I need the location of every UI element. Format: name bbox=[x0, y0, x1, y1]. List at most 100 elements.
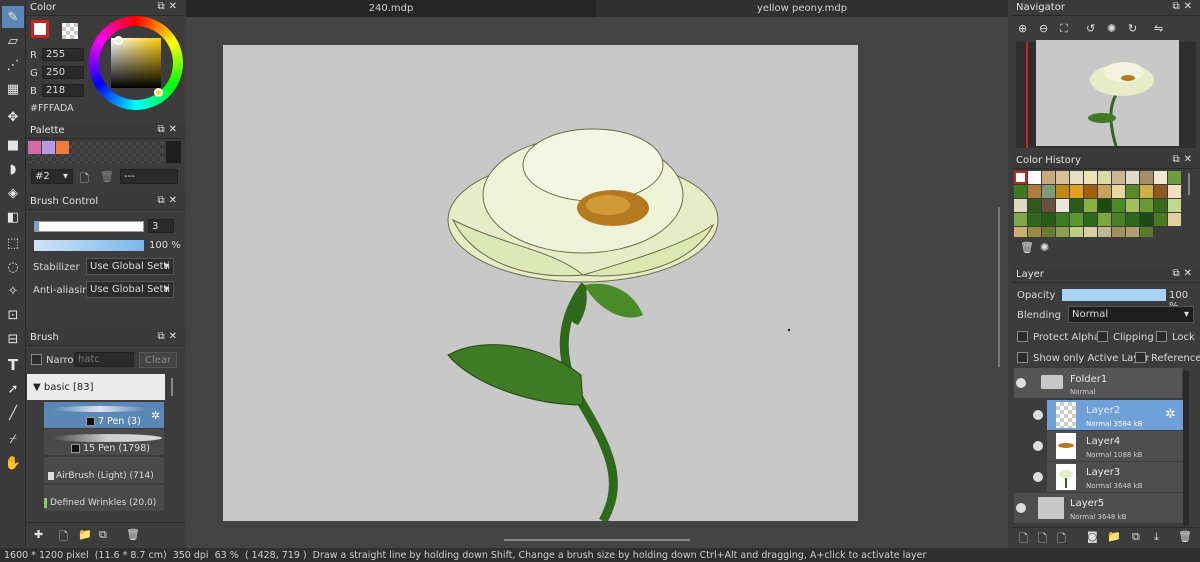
history-swatch[interactable] bbox=[1098, 227, 1111, 237]
history-swatch[interactable] bbox=[1154, 199, 1167, 212]
g-field[interactable]: 250 bbox=[42, 66, 84, 79]
vertical-scrollbar[interactable] bbox=[998, 207, 1000, 367]
hand-tool-icon[interactable]: ✋ bbox=[2, 452, 24, 474]
gear-icon[interactable]: ✲ bbox=[1165, 407, 1176, 422]
history-swatch[interactable] bbox=[1154, 185, 1167, 198]
history-swatch[interactable] bbox=[1168, 185, 1181, 198]
history-swatch[interactable] bbox=[1168, 171, 1181, 184]
eraser-tool-icon[interactable]: ▱ bbox=[2, 30, 24, 52]
palette-swatch-3[interactable] bbox=[56, 141, 69, 154]
stabilizer-select[interactable]: Use Global Setti ▾ bbox=[86, 258, 174, 275]
lock-checkbox[interactable] bbox=[1156, 331, 1167, 342]
history-swatch[interactable] bbox=[1042, 227, 1055, 237]
operation-tool-icon[interactable]: ➚ bbox=[2, 378, 24, 400]
history-swatch[interactable] bbox=[1028, 171, 1041, 184]
panel-buttons-icon[interactable]: ⧉✕ bbox=[1172, 154, 1196, 165]
delete-palette-icon[interactable]: 🗑 bbox=[100, 170, 114, 183]
brush-tool-icon[interactable]: ✎ bbox=[2, 6, 24, 28]
zoom-in-icon[interactable]: ⊕ bbox=[1018, 22, 1027, 35]
history-swatch[interactable] bbox=[1112, 171, 1125, 184]
blending-select[interactable]: Normal ▾ bbox=[1068, 306, 1194, 323]
clean-history-icon[interactable]: ✺ bbox=[1040, 241, 1049, 254]
history-swatch[interactable] bbox=[1014, 227, 1027, 237]
history-swatch[interactable] bbox=[1126, 199, 1139, 212]
history-swatch[interactable] bbox=[1112, 185, 1125, 198]
b-field[interactable]: 218 bbox=[42, 84, 84, 97]
layer-opacity-slider[interactable] bbox=[1062, 289, 1166, 301]
history-swatch[interactable] bbox=[1084, 213, 1097, 226]
antialias-select[interactable]: Use Global Setti ▾ bbox=[86, 281, 174, 298]
panel-buttons-icon[interactable]: ⧉✕ bbox=[1172, 268, 1196, 279]
rectangle-tool-icon[interactable]: ■ bbox=[2, 134, 24, 156]
new-halftone-layer-icon[interactable]: 🗋 bbox=[1038, 530, 1047, 549]
tab-yellow-peony[interactable]: yellow peony.mdp bbox=[596, 0, 1008, 17]
size-slider[interactable] bbox=[34, 221, 144, 232]
history-swatch[interactable] bbox=[1112, 199, 1125, 212]
history-swatch[interactable] bbox=[1056, 199, 1069, 212]
visibility-icon[interactable] bbox=[1033, 472, 1043, 482]
history-swatch[interactable] bbox=[1140, 199, 1153, 212]
panel-buttons-icon[interactable]: ⧉✕ bbox=[1172, 1, 1196, 12]
palette-swatch-2[interactable] bbox=[42, 141, 55, 154]
reference-checkbox[interactable] bbox=[1135, 352, 1146, 363]
dot-tool-icon[interactable]: ⋰ bbox=[2, 54, 24, 76]
visibility-icon[interactable] bbox=[1016, 503, 1026, 513]
history-swatch[interactable] bbox=[1084, 171, 1097, 184]
protect-alpha-checkbox[interactable] bbox=[1017, 331, 1028, 342]
history-swatch[interactable] bbox=[1042, 199, 1055, 212]
history-swatch[interactable] bbox=[1056, 171, 1069, 184]
history-swatch[interactable] bbox=[1098, 171, 1111, 184]
history-swatch[interactable] bbox=[1140, 213, 1153, 226]
saturation-value-square[interactable] bbox=[111, 38, 161, 88]
history-swatch[interactable] bbox=[1140, 227, 1153, 237]
history-swatch[interactable] bbox=[1112, 213, 1125, 226]
shape-tool-icon[interactable]: ◗ bbox=[2, 158, 24, 180]
text-tool-icon[interactable]: T bbox=[2, 354, 24, 376]
panel-buttons-icon[interactable]: ⧉✕ bbox=[157, 124, 181, 135]
history-swatch[interactable] bbox=[1070, 171, 1083, 184]
history-swatch[interactable] bbox=[1056, 227, 1069, 237]
flip-horizontal-icon[interactable]: ⇋ bbox=[1154, 22, 1163, 35]
history-swatch[interactable] bbox=[1126, 213, 1139, 226]
rotate-left-icon[interactable]: ↺ bbox=[1086, 22, 1095, 35]
tab-240[interactable]: 240.mdp bbox=[186, 0, 596, 17]
history-swatch[interactable] bbox=[1070, 199, 1083, 212]
select-eraser-icon[interactable]: ⊟ bbox=[2, 328, 24, 350]
folder-icon[interactable]: 📁 bbox=[78, 528, 92, 541]
hue-cursor-icon[interactable] bbox=[114, 36, 123, 45]
trash-icon[interactable]: 🗑 bbox=[1020, 241, 1034, 254]
history-swatch[interactable] bbox=[1028, 199, 1041, 212]
brush-category[interactable]: ▼ basic [83] bbox=[27, 374, 165, 400]
clipping-checkbox[interactable] bbox=[1097, 331, 1108, 342]
history-swatch[interactable] bbox=[1042, 185, 1055, 198]
history-swatch[interactable] bbox=[1112, 227, 1125, 237]
panel-buttons-icon[interactable]: ⧉✕ bbox=[157, 331, 181, 342]
history-swatch[interactable] bbox=[1028, 227, 1041, 237]
reset-rotation-icon[interactable]: ✺ bbox=[1107, 22, 1116, 35]
eyedropper-tool-icon[interactable]: ⌿ bbox=[2, 428, 24, 450]
divide-tool-icon[interactable]: ╱ bbox=[2, 402, 24, 424]
history-swatch[interactable] bbox=[1140, 185, 1153, 198]
narrow-checkbox[interactable] bbox=[31, 354, 42, 365]
history-swatch[interactable] bbox=[1168, 199, 1181, 212]
history-swatch[interactable] bbox=[1154, 171, 1167, 184]
history-swatch[interactable] bbox=[1070, 185, 1083, 198]
drawing-canvas[interactable] bbox=[223, 45, 858, 524]
show-only-active-checkbox[interactable] bbox=[1017, 352, 1028, 363]
new-layer-icon[interactable]: 🗋 bbox=[1019, 530, 1028, 549]
lasso-select-icon[interactable]: ◌ bbox=[2, 256, 24, 278]
new-8bit-layer-icon[interactable]: 🗋 bbox=[1057, 530, 1066, 549]
history-swatch[interactable] bbox=[1126, 171, 1139, 184]
history-swatch[interactable] bbox=[1042, 213, 1055, 226]
history-swatch[interactable] bbox=[1014, 171, 1027, 184]
palette-scrollbar[interactable] bbox=[166, 141, 181, 163]
history-swatch[interactable] bbox=[1028, 185, 1041, 198]
history-swatch[interactable] bbox=[1042, 171, 1055, 184]
history-swatch[interactable] bbox=[1056, 213, 1069, 226]
history-swatch[interactable] bbox=[1056, 185, 1069, 198]
opacity-slider[interactable] bbox=[34, 240, 144, 251]
history-swatch[interactable] bbox=[1098, 213, 1111, 226]
merge-down-icon[interactable]: ⤓ bbox=[1154, 530, 1159, 544]
sv-cursor-icon[interactable] bbox=[154, 88, 163, 97]
folder-icon[interactable]: 📁 bbox=[1107, 530, 1121, 543]
